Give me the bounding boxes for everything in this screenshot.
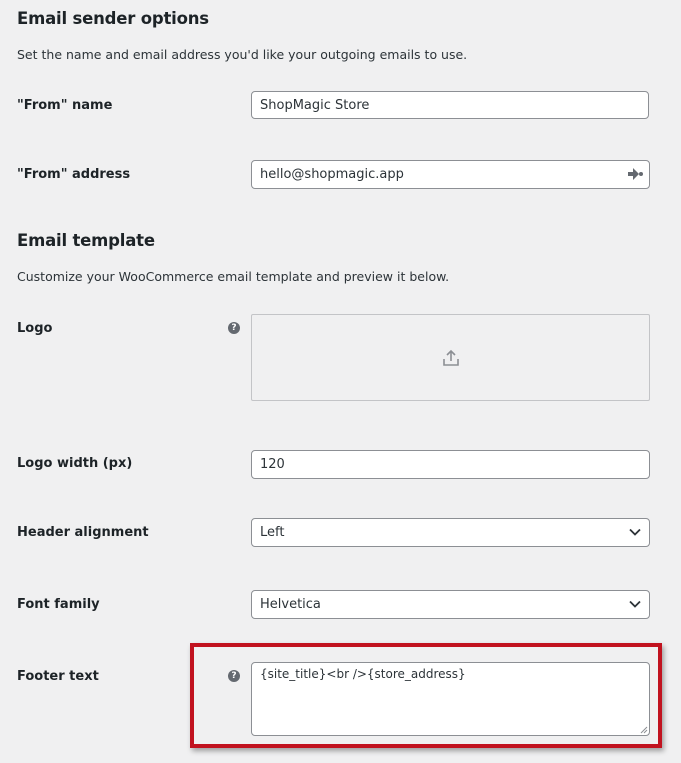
logo-label: Logo	[17, 321, 53, 336]
chevron-down-icon	[629, 528, 641, 536]
header-alignment-label: Header alignment	[17, 525, 149, 540]
chevron-down-icon	[629, 600, 641, 608]
email-settings-page: Email sender options Set the name and em…	[0, 0, 681, 763]
from-address-field	[251, 160, 650, 189]
from-name-label: "From" name	[17, 98, 113, 113]
header-alignment-select[interactable]: Left	[251, 518, 650, 547]
from-address-label: "From" address	[17, 167, 131, 182]
resize-grip-icon[interactable]	[640, 726, 648, 734]
footer-text-textarea[interactable]: {site_title}<br />{store_address}	[251, 662, 650, 736]
font-family-label: Font family	[17, 597, 100, 612]
template-section-title: Email template	[17, 231, 155, 250]
from-address-input[interactable]	[251, 160, 650, 189]
upload-icon	[443, 349, 459, 366]
template-section-description: Customize your WooCommerce email templat…	[17, 269, 450, 284]
font-family-select[interactable]: Helvetica	[251, 590, 650, 619]
autofill-icon[interactable]	[626, 166, 644, 182]
sender-section-title: Email sender options	[17, 9, 209, 28]
font-family-value: Helvetica	[260, 597, 321, 612]
from-name-input[interactable]	[251, 91, 649, 119]
header-alignment-value: Left	[260, 525, 285, 540]
sender-section-description: Set the name and email address you'd lik…	[17, 47, 468, 62]
logo-width-input[interactable]	[251, 450, 650, 479]
footer-help-icon[interactable]: ?	[228, 670, 240, 682]
logo-upload-dropzone[interactable]	[251, 314, 650, 401]
footer-text-label: Footer text	[17, 669, 99, 684]
logo-width-label: Logo width (px)	[17, 456, 133, 471]
logo-help-icon[interactable]: ?	[228, 322, 240, 334]
